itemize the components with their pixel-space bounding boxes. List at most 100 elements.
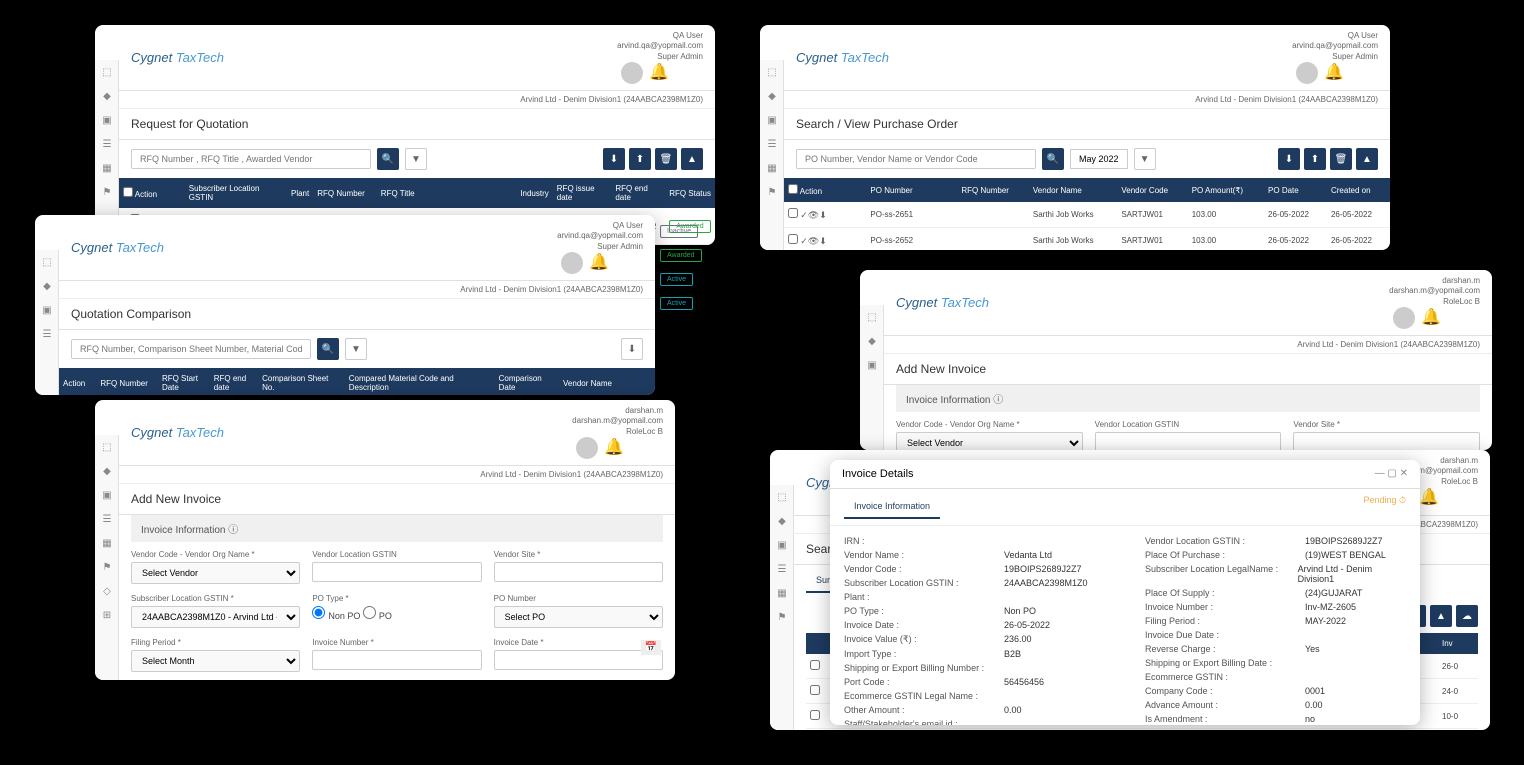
sidebar-icon[interactable]: ☰ (35, 322, 59, 346)
tab-invoice-info[interactable]: Invoice Information (844, 495, 940, 519)
user-info: QA Userarvind.qa@yopmail.comSuper Admin (1292, 31, 1378, 62)
sidebar-icon[interactable]: ▦ (95, 531, 119, 555)
sidebar-icon[interactable]: ▦ (760, 156, 784, 180)
export-button[interactable]: ▲ (681, 148, 703, 170)
avatar[interactable] (621, 62, 643, 84)
sidebar: ⬚◆▣☰▦⚑◇⊞ (95, 435, 119, 680)
vendor-select[interactable]: Select Vendor (896, 432, 1083, 450)
detail-value: Vedanta Ltd (1004, 550, 1052, 560)
maximize-icon[interactable]: ▢ (1387, 468, 1396, 479)
upload-button[interactable]: ⬆ (629, 148, 651, 170)
bell-icon[interactable]: 🔔 (649, 62, 665, 78)
sidebar-icon[interactable]: ⬚ (95, 435, 119, 459)
bell-icon[interactable]: 🔔 (589, 252, 605, 268)
filter-button[interactable]: ▼ (405, 148, 427, 170)
download-button[interactable]: ⬇ (1278, 148, 1300, 170)
sidebar-icon[interactable]: ◆ (860, 329, 884, 353)
sidebar-icon[interactable]: ▣ (770, 533, 794, 557)
action-icons[interactable]: ✓👁⬇ (800, 210, 827, 220)
sidebar-icon[interactable]: ⊞ (95, 603, 119, 627)
inv-num-input[interactable] (312, 650, 481, 670)
action-button[interactable]: ▲ (1430, 605, 1452, 627)
sidebar-icon[interactable]: ☰ (95, 507, 119, 531)
po-type-radio[interactable]: Non PO PO (312, 611, 392, 621)
bell-icon[interactable]: 🔔 (1324, 62, 1340, 78)
bell-icon[interactable]: 🔔 (1419, 487, 1435, 503)
sidebar-icon[interactable]: ▦ (95, 156, 119, 180)
search-input[interactable] (131, 149, 371, 169)
sidebar-icon[interactable]: ☰ (760, 132, 784, 156)
sidebar-icon[interactable]: ⚑ (770, 605, 794, 629)
sidebar-icon[interactable]: ▦ (770, 581, 794, 605)
avatar[interactable] (561, 252, 583, 274)
search-button[interactable]: 🔍 (317, 338, 339, 360)
avatar[interactable] (1393, 307, 1415, 329)
sidebar-icon[interactable]: ☰ (770, 557, 794, 581)
search-button[interactable]: 🔍 (377, 148, 399, 170)
sidebar-icon[interactable]: ⬚ (95, 60, 119, 84)
filter-button[interactable]: ▼ (345, 338, 367, 360)
vendor-site-input[interactable] (1293, 432, 1480, 450)
sidebar-icon[interactable]: ◆ (95, 84, 119, 108)
sidebar-icon[interactable]: ◇ (95, 579, 119, 603)
sidebar-icon[interactable]: ▣ (35, 298, 59, 322)
sub-gstin-select[interactable]: 24AABCA2398M1Z0 - Arvind Ltd - Denim Div… (131, 606, 300, 628)
vendor-site-input[interactable] (494, 562, 663, 582)
sidebar-icon[interactable]: ⚑ (760, 180, 784, 204)
sidebar-icon[interactable]: ◆ (35, 274, 59, 298)
sidebar-icon[interactable]: ⬚ (760, 60, 784, 84)
delete-button[interactable]: 🗑 (1330, 148, 1352, 170)
sidebar-icon[interactable]: ◆ (760, 84, 784, 108)
inv-date-input[interactable] (494, 650, 663, 670)
sidebar-icon[interactable]: ⚑ (95, 555, 119, 579)
filing-select[interactable]: Select Month (131, 650, 300, 672)
po-num-select[interactable]: Select PO (494, 606, 663, 628)
row-chk[interactable] (810, 710, 820, 720)
search-input[interactable] (796, 149, 1036, 169)
avatar[interactable] (576, 437, 598, 459)
download-button[interactable]: ⬇ (621, 338, 643, 360)
search-button[interactable]: 🔍 (1042, 148, 1064, 170)
month-picker[interactable]: May 2022 (1070, 149, 1128, 169)
row-chk[interactable] (788, 208, 798, 218)
row-chk[interactable] (788, 234, 798, 244)
close-icon[interactable]: ✕ (1400, 468, 1408, 479)
sidebar-icon[interactable]: ⬚ (860, 305, 884, 329)
download-button[interactable]: ⬇ (603, 148, 625, 170)
sidebar-icon[interactable]: ▣ (860, 353, 884, 377)
sidebar-icon[interactable]: ▣ (95, 483, 119, 507)
sidebar-icon[interactable]: ⬚ (770, 485, 794, 509)
row-chk[interactable] (810, 660, 820, 670)
bell-icon[interactable]: 🔔 (604, 437, 620, 453)
select-all[interactable] (788, 184, 798, 194)
bell-icon[interactable]: 🔔 (1421, 307, 1437, 323)
sidebar-icon[interactable]: ◆ (95, 459, 119, 483)
vendor-gstin-input[interactable] (1095, 432, 1282, 450)
sidebar-icon[interactable]: ☰ (95, 132, 119, 156)
modal-controls: — ▢ ✕ (1375, 468, 1408, 480)
filter-button[interactable]: ▼ (1134, 148, 1156, 170)
detail-key: Is Amendment : (1145, 714, 1305, 724)
select-all[interactable] (123, 187, 133, 197)
vendor-gstin-input[interactable] (312, 562, 481, 582)
vendor-select[interactable]: Select Vendor (131, 562, 300, 584)
calendar-icon[interactable]: 📅 (641, 640, 661, 655)
minimize-icon[interactable]: — (1375, 468, 1385, 479)
search-input[interactable] (71, 339, 311, 359)
delete-button[interactable]: 🗑 (655, 148, 677, 170)
sidebar: ⬚◆▣☰▦⚑ (760, 60, 784, 250)
org-bar: Arvind Ltd - Denim Division1 (24AABCA239… (59, 281, 655, 299)
export-button[interactable]: ▲ (1356, 148, 1378, 170)
action-icons[interactable]: ✓👁⬇ (800, 236, 827, 246)
avatar[interactable] (1296, 62, 1318, 84)
status-badge: Awarded (660, 249, 702, 262)
sidebar-icon[interactable]: ◆ (770, 509, 794, 533)
sidebar: ⬚◆▣☰▦⚑ (770, 485, 794, 730)
sidebar-icon[interactable]: ⚑ (95, 180, 119, 204)
row-chk[interactable] (810, 685, 820, 695)
sidebar-icon[interactable]: ▣ (760, 108, 784, 132)
upload-button[interactable]: ⬆ (1304, 148, 1326, 170)
sidebar-icon[interactable]: ⬚ (35, 250, 59, 274)
sidebar-icon[interactable]: ▣ (95, 108, 119, 132)
action-button[interactable]: ☁ (1456, 605, 1478, 627)
